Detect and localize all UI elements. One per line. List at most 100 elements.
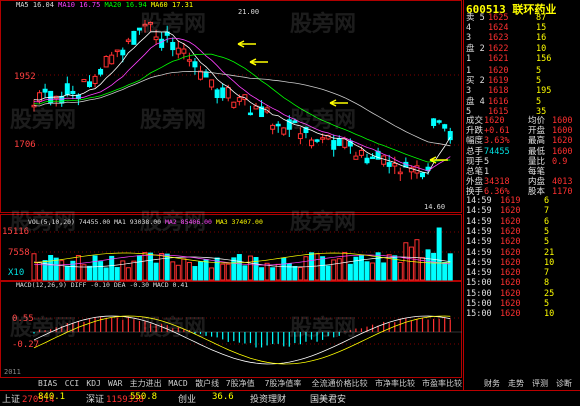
candle-body xyxy=(436,120,442,123)
stat-label2: 内盘 xyxy=(528,177,546,188)
candle-body xyxy=(198,70,203,80)
candle-body xyxy=(386,162,392,167)
stat-label: 外盘 xyxy=(466,177,484,188)
trade-time: 14:59 xyxy=(466,257,492,268)
volume-header: VOL(5,10,20) 74455.00 MA1 93038.00 MA2 8… xyxy=(28,218,263,226)
candle-body xyxy=(42,88,48,93)
volume-bar xyxy=(59,260,65,281)
candle-body xyxy=(170,41,176,51)
indicator-tab-8[interactable]: 7股净值率 xyxy=(265,378,302,390)
order-book-row: 4 1624 15 xyxy=(466,23,579,33)
stat-label: 成交 xyxy=(466,116,484,126)
volume-bar xyxy=(247,255,253,281)
status-item-7: 国美君安 xyxy=(310,392,348,405)
stat-row: 外盘 34318 内盘 4013 xyxy=(466,177,579,187)
candle-body xyxy=(92,75,98,84)
right-tab-3[interactable]: 诊断 xyxy=(556,378,572,390)
right-tab-bar: 财务 走势 评测 诊断 xyxy=(464,378,580,389)
volume-bar xyxy=(320,256,326,281)
stat-value2: 0.9 xyxy=(552,156,568,167)
indicator-tab-11[interactable]: 市盈率比较 xyxy=(422,378,462,390)
indicator-tab-bar: BIAS CCI KDJ WAR 主力进出 MACD 散户线 7股净值 7股净值率 全流通价格比较… xyxy=(0,378,462,390)
volume-bar xyxy=(114,267,120,281)
candle-body xyxy=(275,123,281,127)
candle-body xyxy=(148,21,154,25)
candle-body xyxy=(192,61,198,68)
volume-bar xyxy=(236,254,242,281)
volume-bar xyxy=(408,246,414,281)
volume-bar xyxy=(442,261,448,281)
candle-body xyxy=(309,139,314,147)
price-label-low: 1706 xyxy=(14,140,36,150)
indicator-tab-0[interactable]: BIAS xyxy=(38,378,57,390)
status-item-5: 36.6 xyxy=(212,392,234,402)
stat-row: 升跌 +0.61 开盘 1600 xyxy=(466,126,579,136)
order-level: 盘 4 xyxy=(466,96,485,107)
candle-body xyxy=(103,55,109,68)
right-tab-2[interactable]: 评测 xyxy=(532,378,548,390)
indicator-tab-1[interactable]: CCI xyxy=(65,378,79,390)
order-volume: 15 xyxy=(536,23,547,34)
trade-row: 14:59 1620 7 xyxy=(466,268,579,278)
quote-panel: 600513 联环药业 卖 5 1625 87 4 1624 15 3 1623 16 盘 2… xyxy=(463,0,580,390)
trade-row: 14:59 1619 6 xyxy=(466,196,579,206)
stat-value2: 1600 xyxy=(552,146,573,157)
stat-label2: 最高 xyxy=(528,136,546,147)
stat-value2: 1620 xyxy=(552,136,573,147)
indicator-tab-4[interactable]: 主力进出 xyxy=(130,378,162,390)
stat-value: 1620 xyxy=(484,116,505,126)
candle-body xyxy=(370,156,376,160)
candle-body xyxy=(225,87,231,99)
indicator-tab-7[interactable]: 7股净值 xyxy=(226,378,255,390)
candle-body xyxy=(142,23,148,27)
stat-label2: 开盘 xyxy=(528,126,546,137)
candle-body xyxy=(181,48,187,54)
volume-bar xyxy=(281,257,287,281)
year-label: 2011 xyxy=(4,368,21,376)
indicator-tab-10[interactable]: 市净率比较 xyxy=(375,378,415,390)
order-book-row: 3 1623 16 xyxy=(466,33,579,43)
status-value: 550.8 xyxy=(130,392,158,402)
stat-label: 总笔 xyxy=(466,167,484,177)
volume-bar xyxy=(297,267,303,281)
stat-value: 34318 xyxy=(484,177,510,188)
vol-label-unit: X10 xyxy=(8,268,25,278)
trade-time: 14:59 xyxy=(466,268,492,279)
order-volume: 87 xyxy=(536,13,547,23)
order-price: 1622 xyxy=(488,43,509,54)
order-volume: 195 xyxy=(536,86,552,97)
volume-bar xyxy=(447,253,453,281)
ma20-label: MA20 16.94 xyxy=(104,1,147,9)
right-tab-1[interactable]: 走势 xyxy=(508,378,524,390)
indicator-tab-5[interactable]: MACD xyxy=(168,378,187,390)
indicator-tab-6[interactable]: 散户线 xyxy=(195,378,219,390)
macd-line xyxy=(33,315,451,365)
volume-bar xyxy=(425,249,431,281)
volume-bar xyxy=(103,267,109,281)
indicator-tab-2[interactable]: KDJ xyxy=(86,378,100,390)
macd-label-top: 0.55 xyxy=(12,314,34,324)
order-level: 1 xyxy=(466,66,472,76)
order-volume: 156 xyxy=(536,53,552,64)
order-book-row: 买 2 1619 5 xyxy=(466,76,579,86)
status-label: 创业 xyxy=(178,395,197,405)
candle-body xyxy=(292,120,298,123)
order-level: 买 2 xyxy=(466,76,485,87)
trade-row: 15:00 1620 5 xyxy=(466,299,579,309)
volume-bar xyxy=(181,258,187,281)
order-book-row: 卖 5 1625 87 xyxy=(466,13,579,23)
macd-header: MACD(12,26,9) DIFF -0.10 DEA -0.30 MACD … xyxy=(16,281,189,289)
kline-chart-svg[interactable] xyxy=(0,0,462,388)
trade-volume: 5 xyxy=(544,299,550,309)
indicator-tab-3[interactable]: WAR xyxy=(108,378,122,390)
volume-bar xyxy=(259,267,265,281)
vol-ma3: MA3 37407.00 xyxy=(215,218,263,226)
volume-bar xyxy=(242,265,248,281)
indicator-tab-9[interactable]: 全流通价格比较 xyxy=(312,378,368,390)
status-label: 深证 xyxy=(86,395,105,405)
volume-bar xyxy=(436,227,442,281)
candle-body xyxy=(214,89,220,98)
chart-area[interactable] xyxy=(0,0,462,388)
right-tab-0[interactable]: 财务 xyxy=(484,378,500,390)
volume-bar xyxy=(325,265,331,281)
